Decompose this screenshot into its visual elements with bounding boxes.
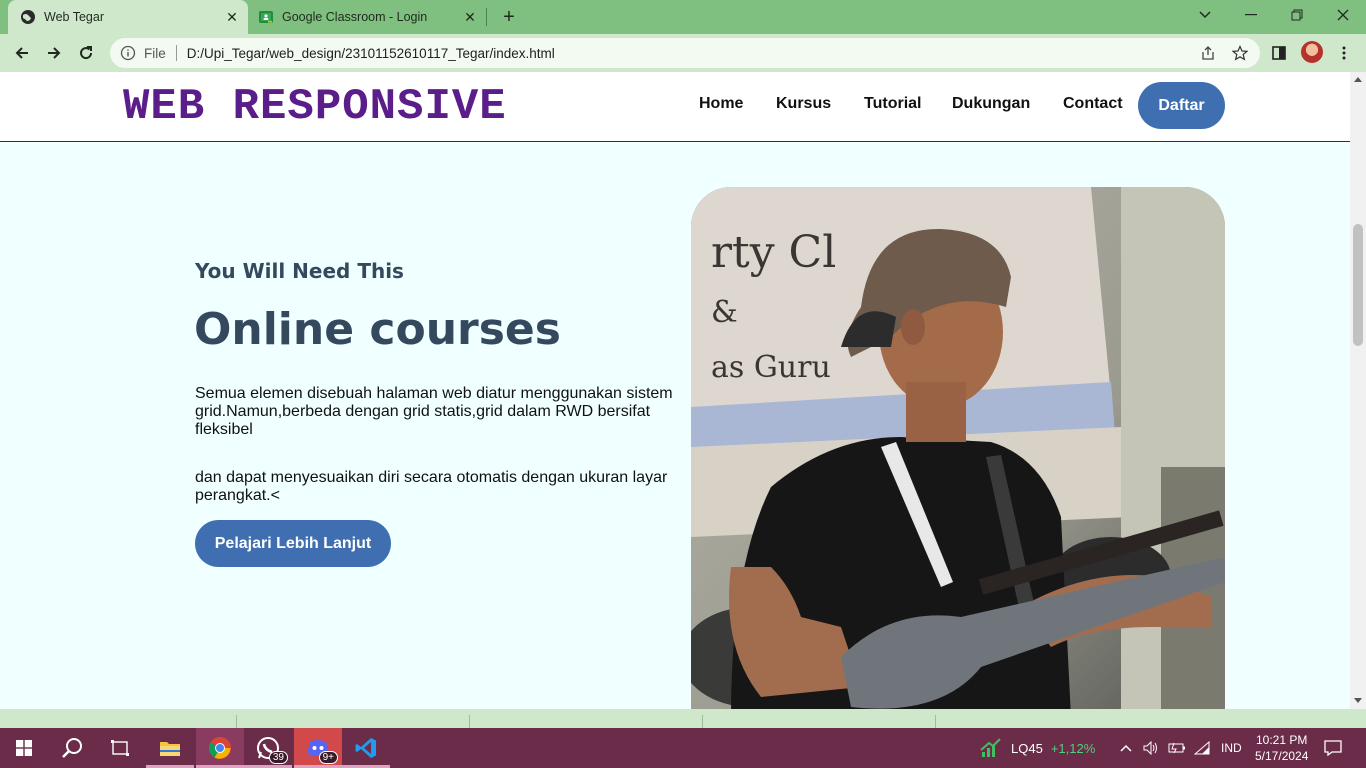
shelf-divider bbox=[935, 715, 936, 728]
stock-widget[interactable]: LQ45 +1,12% bbox=[980, 728, 1095, 768]
stock-chart-icon bbox=[980, 738, 1001, 757]
stock-name: LQ45 bbox=[1011, 740, 1043, 756]
page-scrollbar[interactable] bbox=[1350, 72, 1366, 709]
chrome-icon[interactable] bbox=[196, 728, 244, 768]
notifications-icon[interactable] bbox=[1324, 728, 1342, 768]
volume-icon[interactable] bbox=[1143, 728, 1159, 768]
hero-title: Online courses bbox=[194, 304, 561, 355]
hidden-icons-chevron-icon[interactable] bbox=[1120, 728, 1132, 768]
tab-google-classroom[interactable]: Google Classroom - Login ✕ bbox=[250, 0, 486, 34]
browser-toolbar: File D:/Upi_Tegar/web_design/23101152610… bbox=[0, 34, 1366, 72]
menu-kebab-icon[interactable] bbox=[1333, 42, 1355, 64]
minimize-icon[interactable] bbox=[1228, 0, 1274, 30]
address-bar[interactable]: File D:/Upi_Tegar/web_design/23101152610… bbox=[110, 38, 1260, 68]
info-icon[interactable] bbox=[120, 45, 136, 61]
close-tab-icon[interactable]: ✕ bbox=[222, 7, 242, 27]
close-tab-icon[interactable]: ✕ bbox=[460, 7, 480, 27]
scroll-up-icon[interactable] bbox=[1354, 77, 1362, 82]
vscode-icon[interactable] bbox=[342, 728, 390, 768]
nav-home[interactable]: Home bbox=[699, 95, 743, 113]
close-window-icon[interactable] bbox=[1320, 0, 1366, 30]
tab-divider bbox=[486, 8, 487, 26]
clock-date: 5/17/2024 bbox=[1255, 749, 1309, 763]
wifi-icon[interactable] bbox=[1194, 728, 1210, 768]
nav-tutorial[interactable]: Tutorial bbox=[864, 95, 921, 113]
language-indicator[interactable]: IND bbox=[1221, 728, 1242, 768]
profile-avatar[interactable] bbox=[1301, 41, 1323, 63]
tab-title: Web Tegar bbox=[44, 10, 104, 24]
task-view-icon[interactable] bbox=[96, 728, 144, 768]
hero-subtitle: You Will Need This bbox=[195, 259, 404, 283]
scroll-thumb[interactable] bbox=[1353, 224, 1363, 346]
scroll-down-icon[interactable] bbox=[1354, 698, 1362, 703]
hero-paragraph-1: Semua elemen disebuah halaman web diatur… bbox=[195, 385, 673, 438]
svg-text:&: & bbox=[711, 295, 738, 330]
windows-start-icon[interactable] bbox=[0, 728, 48, 768]
classroom-icon bbox=[259, 11, 273, 23]
download-shelf bbox=[0, 709, 1366, 728]
shelf-divider bbox=[236, 715, 237, 728]
back-icon[interactable] bbox=[10, 41, 34, 65]
svg-text:as Guru: as Guru bbox=[711, 350, 831, 385]
windows-taskbar: 39 9+ LQ45 +1,12% IND 10:21 PM 5/17/2024 bbox=[0, 728, 1366, 768]
guitarist-photo: rty Cl & as Guru bbox=[691, 187, 1225, 709]
stock-change: +1,12% bbox=[1050, 740, 1096, 756]
globe-icon bbox=[21, 10, 35, 24]
discord-badge: 9+ bbox=[318, 751, 338, 764]
new-tab-icon[interactable]: + bbox=[498, 6, 520, 28]
hero-paragraph-2: dan dapat menyesuaikan diri secara otoma… bbox=[195, 469, 668, 504]
nav-kursus[interactable]: Kursus bbox=[776, 95, 831, 113]
share-icon[interactable] bbox=[1197, 42, 1219, 64]
browser-tab-strip: Web Tegar ✕ Google Classroom - Login ✕ + bbox=[0, 0, 1366, 34]
shelf-divider bbox=[469, 715, 470, 728]
forward-icon[interactable] bbox=[42, 41, 66, 65]
side-panel-icon[interactable] bbox=[1268, 42, 1290, 64]
restore-icon[interactable] bbox=[1274, 0, 1320, 30]
nav-dukungan[interactable]: Dukungan bbox=[952, 95, 1030, 113]
scheme-label: File bbox=[144, 45, 166, 61]
file-explorer-icon[interactable] bbox=[146, 728, 194, 768]
clock-time: 10:21 PM bbox=[1256, 733, 1308, 747]
whatsapp-icon[interactable]: 39 bbox=[244, 728, 292, 768]
search-icon[interactable] bbox=[48, 728, 96, 768]
battery-icon[interactable] bbox=[1168, 728, 1186, 768]
nav-contact[interactable]: Contact bbox=[1063, 95, 1123, 113]
shelf-divider bbox=[702, 715, 703, 728]
tab-title: Google Classroom - Login bbox=[282, 10, 428, 24]
web-page: WEB RESPONSIVE Home Kursus Tutorial Duku… bbox=[0, 72, 1350, 709]
bookmark-star-icon[interactable] bbox=[1229, 42, 1251, 64]
tab-search-chevron-icon[interactable] bbox=[1182, 0, 1228, 30]
daftar-button[interactable]: Daftar bbox=[1138, 82, 1225, 129]
url-text: D:/Upi_Tegar/web_design/23101152610117_T… bbox=[186, 45, 555, 61]
site-logo[interactable]: WEB RESPONSIVE bbox=[123, 82, 507, 132]
hero-image: rty Cl & as Guru bbox=[691, 187, 1225, 709]
discord-icon[interactable]: 9+ bbox=[294, 728, 342, 768]
site-header: WEB RESPONSIVE Home Kursus Tutorial Duku… bbox=[0, 72, 1350, 142]
reload-icon[interactable] bbox=[74, 41, 98, 65]
whatsapp-badge: 39 bbox=[268, 751, 288, 764]
clock[interactable]: 10:21 PM 5/17/2024 bbox=[1255, 728, 1308, 768]
address-divider bbox=[175, 45, 177, 61]
learn-more-button[interactable]: Pelajari Lebih Lanjut bbox=[195, 520, 391, 567]
svg-text:rty Cl: rty Cl bbox=[711, 227, 836, 278]
tab-web-tegar[interactable]: Web Tegar ✕ bbox=[8, 0, 248, 34]
